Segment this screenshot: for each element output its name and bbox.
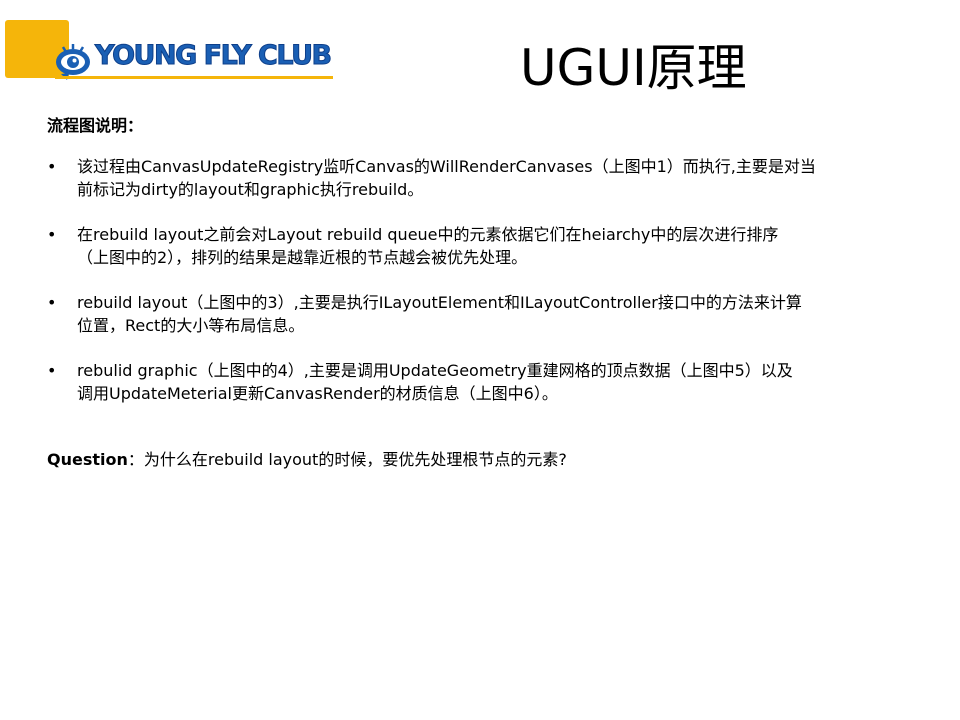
bullet-marker: • — [47, 361, 57, 380]
list-item: • 在rebuild layout之前会对Layout rebuild queu… — [47, 223, 927, 269]
bullet-marker: • — [47, 225, 57, 244]
bullet-marker: • — [47, 157, 57, 176]
bullet-line: （上图中的2），排列的结果是越靠近根的节点越会被优先处理。 — [77, 248, 528, 267]
bullet-line: 调用UpdateMeterial更新CanvasRender的材质信息（上图中6… — [77, 384, 558, 403]
question: Question：为什么在rebuild layout的时候，要优先处理根节点的… — [47, 446, 567, 470]
bullet-line: 前标记为dirty的layout和graphic执行rebuild。 — [77, 180, 424, 199]
logo-underline — [55, 76, 333, 79]
list-item: • 该过程由CanvasUpdateRegistry监听Canvas的WillR… — [47, 155, 927, 201]
question-label: Question — [47, 450, 128, 469]
bullet-line: rebuild layout（上图中的3）,主要是执行ILayoutElemen… — [77, 293, 802, 312]
bullet-list: • 该过程由CanvasUpdateRegistry监听Canvas的WillR… — [47, 155, 927, 427]
bullet-line: 位置，Rect的大小等布局信息。 — [77, 316, 305, 335]
bullet-line: rebulid graphic（上图中的4）,主要是调用UpdateGeomet… — [77, 361, 793, 380]
bullet-marker: • — [47, 293, 57, 312]
page-title: UGUI原理 — [520, 39, 747, 97]
list-item: • rebulid graphic（上图中的4）,主要是调用UpdateGeom… — [47, 359, 927, 405]
logo-text: YOUNG FLY CLUB — [95, 40, 333, 72]
question-text: ：为什么在rebuild layout的时候，要优先处理根节点的元素? — [127, 450, 567, 469]
list-item: • rebuild layout（上图中的3）,主要是执行ILayoutElem… — [47, 291, 927, 337]
section-heading: 流程图说明： — [47, 116, 144, 135]
bullet-line: 在rebuild layout之前会对Layout rebuild queue中… — [77, 225, 779, 244]
bullet-line: 该过程由CanvasUpdateRegistry监听Canvas的WillRen… — [77, 157, 816, 176]
logo: YOUNG FLY CLUB — [5, 20, 335, 80]
